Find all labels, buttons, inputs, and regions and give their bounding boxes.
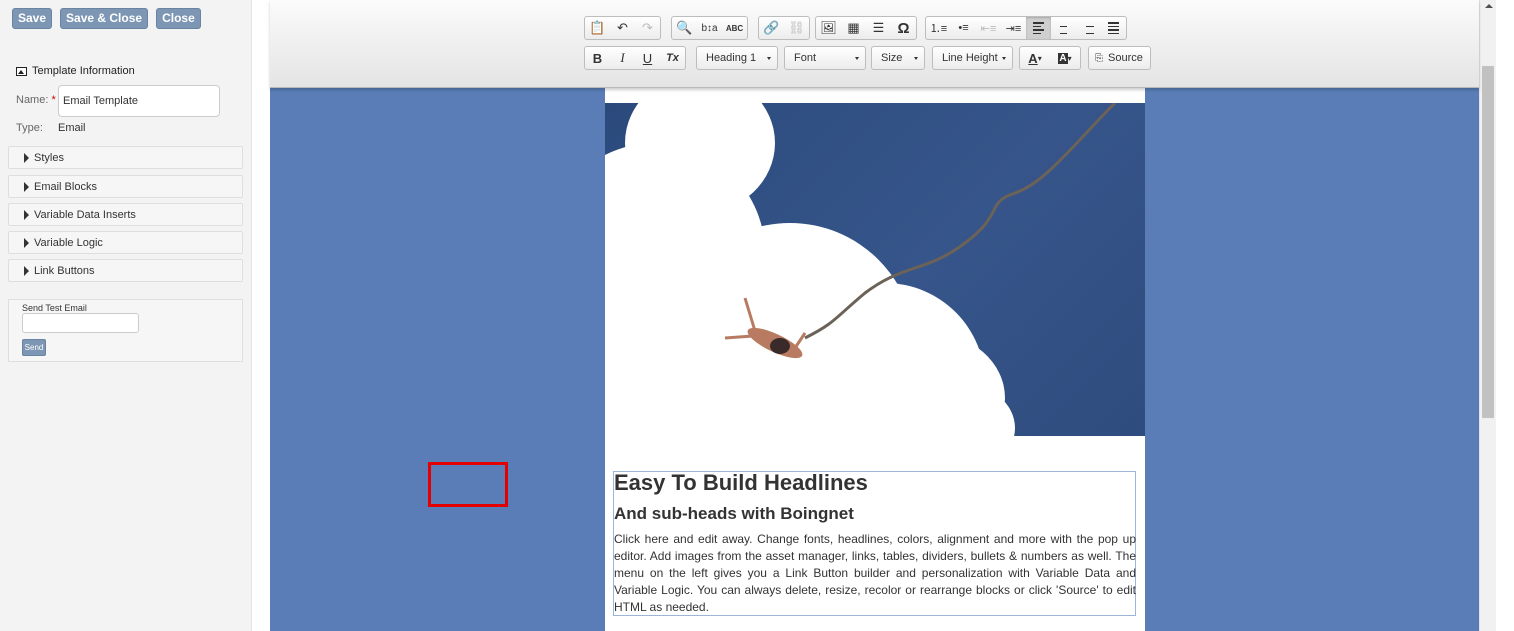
- email-page: Easy To Build Headlines And sub-heads wi…: [605, 88, 1145, 631]
- scroll-up-arrow-icon[interactable]: [1485, 4, 1493, 8]
- clipboard-group: 📋 ↶ ↷: [584, 16, 661, 40]
- align-left-icon[interactable]: [1026, 17, 1051, 39]
- template-information-title: Template Information: [32, 65, 135, 77]
- send-test-email-panel: Send Test Email Send: [8, 299, 243, 362]
- underline-icon[interactable]: U: [635, 47, 660, 69]
- accordion-label: Variable Logic: [34, 236, 103, 249]
- scrollbar-thumb[interactable]: [1482, 66, 1494, 418]
- find-group: 🔍 b↕a ABC: [671, 16, 748, 40]
- insert-group: 🖼 ▦ ☰ Ω: [815, 16, 917, 40]
- format-group: B I U Tx: [584, 46, 686, 70]
- paste-icon[interactable]: 📋: [585, 17, 610, 39]
- type-label: Type:: [16, 122, 43, 134]
- source-label: Source: [1108, 52, 1143, 64]
- line-height-dropdown[interactable]: Line Height: [932, 46, 1013, 70]
- name-label: Name: *: [16, 94, 56, 106]
- line-height-dropdown-label: Line Height: [942, 52, 998, 64]
- accordion-email-blocks[interactable]: Email Blocks: [8, 175, 243, 198]
- expand-triangle-icon: [24, 152, 29, 163]
- outdent-icon[interactable]: ⇤≡: [976, 17, 1001, 39]
- send-test-email-input[interactable]: [22, 313, 139, 333]
- editor-canvas: 📋 ↶ ↷ 🔍 b↕a ABC 🔗 ⛓ 🖼 ▦ ☰ Ω ⒈≡ •≡ ⇤≡ ⇥≡: [270, 0, 1479, 631]
- numbered-list-icon[interactable]: ⒈≡: [926, 17, 951, 39]
- replace-icon[interactable]: b↕a: [697, 17, 722, 39]
- accordion-variable-data-inserts[interactable]: Variable Data Inserts: [8, 203, 243, 226]
- send-button[interactable]: Send: [22, 339, 46, 356]
- background-color-icon[interactable]: A ▾: [1050, 47, 1080, 69]
- accordion-label: Variable Data Inserts: [34, 208, 136, 221]
- template-name-input[interactable]: [58, 85, 220, 117]
- special-character-icon[interactable]: Ω: [891, 17, 916, 39]
- send-test-email-label: Send Test Email: [22, 303, 87, 313]
- chevron-down-icon: [767, 57, 771, 60]
- bulleted-list-icon[interactable]: •≡: [951, 17, 976, 39]
- accordion-link-buttons[interactable]: Link Buttons: [8, 259, 243, 282]
- chevron-down-icon: [855, 57, 859, 60]
- accordion-label: Link Buttons: [34, 264, 95, 277]
- close-button[interactable]: Close: [156, 8, 201, 29]
- source-button[interactable]: ⎘ Source: [1088, 46, 1151, 70]
- chevron-down-icon: [914, 57, 918, 60]
- heading-dropdown[interactable]: Heading 1: [696, 46, 778, 70]
- text-block[interactable]: Easy To Build Headlines And sub-heads wi…: [613, 470, 1136, 616]
- headline[interactable]: Easy To Build Headlines: [614, 470, 868, 496]
- bungee-cord-and-jumper: [724, 103, 1117, 359]
- size-dropdown-label: Size: [881, 52, 903, 64]
- accordion-variable-logic[interactable]: Variable Logic: [8, 231, 243, 254]
- accordion-label: Styles: [34, 151, 64, 164]
- redo-icon[interactable]: ↷: [635, 17, 660, 39]
- type-value: Email: [58, 122, 86, 134]
- required-mark: *: [51, 94, 56, 106]
- vertical-scrollbar[interactable]: [1479, 0, 1496, 631]
- expand-triangle-icon: [24, 265, 29, 276]
- italic-icon[interactable]: I: [610, 47, 635, 69]
- list-align-group: ⒈≡ •≡ ⇤≡ ⇥≡: [925, 16, 1127, 40]
- hero-image-bungee-jumper[interactable]: [605, 103, 1145, 436]
- expand-triangle-icon: [24, 237, 29, 248]
- accordion-label: Email Blocks: [34, 180, 97, 193]
- expand-triangle-icon: [24, 181, 29, 192]
- bold-icon[interactable]: B: [585, 47, 610, 69]
- table-icon[interactable]: ▦: [841, 17, 866, 39]
- image-icon[interactable]: 🖼: [816, 17, 841, 39]
- unlink-icon[interactable]: ⛓: [784, 17, 809, 39]
- left-panel: Save Save & Close Close Template Informa…: [0, 0, 252, 631]
- background-color-glyph: A: [1058, 52, 1068, 64]
- heading-dropdown-label: Heading 1: [706, 52, 757, 64]
- color-group: A ▾ A ▾: [1019, 46, 1081, 70]
- highlight-box: [428, 462, 508, 507]
- size-dropdown[interactable]: Size: [871, 46, 925, 70]
- save-button[interactable]: Save: [12, 8, 53, 29]
- spellcheck-icon[interactable]: ABC: [722, 17, 747, 39]
- align-right-icon[interactable]: [1076, 17, 1101, 39]
- font-dropdown[interactable]: Font: [784, 46, 866, 70]
- find-icon[interactable]: 🔍: [672, 17, 697, 39]
- remove-format-icon[interactable]: Tx: [660, 47, 685, 69]
- justify-icon[interactable]: [1101, 17, 1126, 39]
- save-and-close-button[interactable]: Save & Close: [60, 8, 149, 29]
- align-center-icon[interactable]: [1051, 17, 1076, 39]
- link-icon[interactable]: 🔗: [759, 17, 784, 39]
- text-color-icon[interactable]: A ▾: [1020, 47, 1050, 69]
- horizontal-rule-icon[interactable]: ☰: [866, 17, 891, 39]
- editor-toolbar: 📋 ↶ ↷ 🔍 b↕a ABC 🔗 ⛓ 🖼 ▦ ☰ Ω ⒈≡ •≡ ⇤≡ ⇥≡: [270, 0, 1479, 88]
- font-dropdown-label: Font: [794, 52, 817, 64]
- body-text[interactable]: Click here and edit away. Change fonts, …: [614, 531, 1136, 616]
- link-group: 🔗 ⛓: [758, 16, 810, 40]
- name-label-text: Name:: [16, 94, 49, 106]
- top-button-bar: Save Save & Close Close: [12, 8, 201, 29]
- expand-triangle-icon: [24, 209, 29, 220]
- source-icon: ⎘: [1095, 52, 1103, 64]
- undo-icon[interactable]: ↶: [610, 17, 635, 39]
- image-icon: [16, 66, 27, 76]
- accordion-styles[interactable]: Styles: [8, 146, 243, 169]
- template-information-heading: Template Information: [16, 65, 135, 77]
- chevron-down-icon: [1002, 57, 1006, 60]
- text-color-glyph: A: [1028, 50, 1038, 66]
- subhead[interactable]: And sub-heads with Boingnet: [614, 504, 854, 524]
- indent-icon[interactable]: ⇥≡: [1001, 17, 1026, 39]
